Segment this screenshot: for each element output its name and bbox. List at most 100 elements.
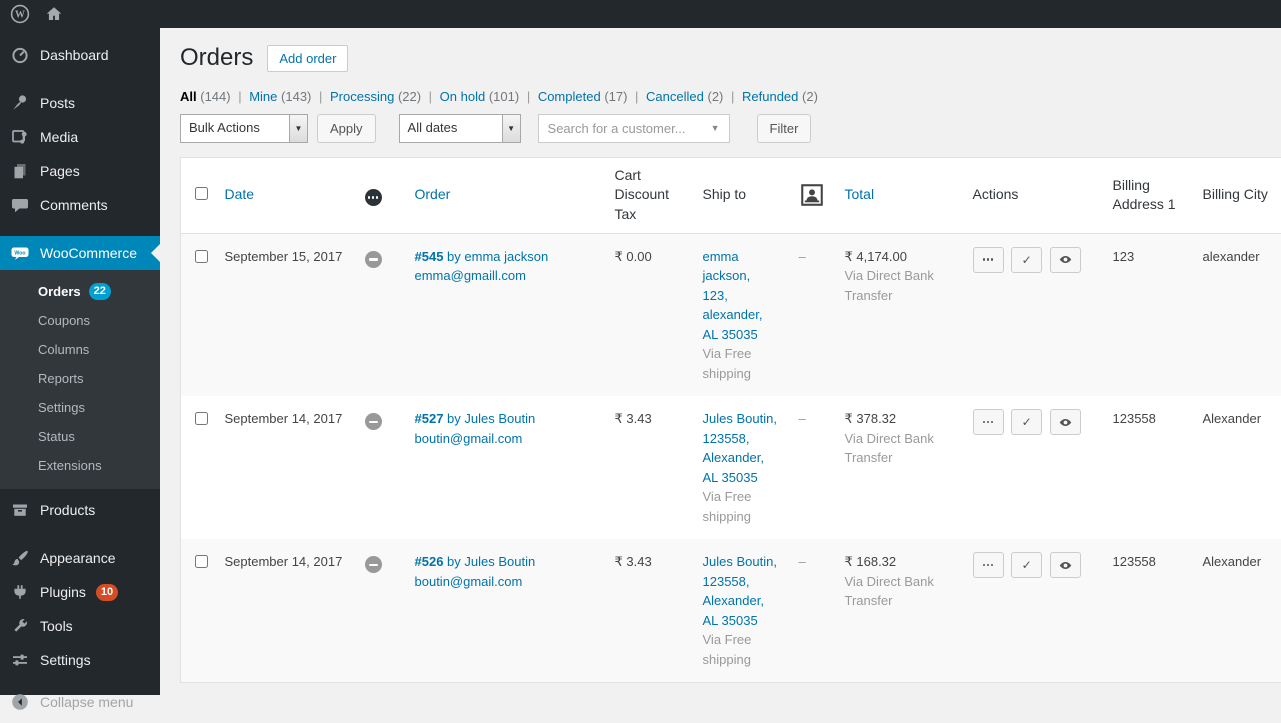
sidebar-item-pages[interactable]: Pages — [0, 154, 160, 188]
submenu-item-label: Orders — [38, 283, 81, 300]
filter-button[interactable]: Filter — [757, 114, 812, 143]
billing-city-value: Alexander — [1203, 411, 1262, 426]
admin-bar: W — [0, 0, 1281, 28]
view-action-button[interactable] — [1050, 409, 1081, 435]
shipping-method: Via Free shipping — [703, 630, 779, 669]
filter-refunded-link[interactable]: Refunded (2) — [742, 89, 818, 104]
filter-completed-link[interactable]: Completed (17) — [538, 89, 628, 104]
products-box-icon — [10, 500, 30, 520]
wordpress-logo-icon[interactable]: W — [10, 4, 30, 24]
customer-value: – — [799, 249, 806, 264]
complete-action-button[interactable]: ✓ — [1011, 247, 1042, 273]
orders-toolbar: Bulk Actions ▼ Apply All dates ▼ Search … — [180, 114, 1281, 143]
sidebar-item-products[interactable]: Products — [0, 493, 160, 527]
sidebar-item-appearance[interactable]: Appearance — [0, 541, 160, 575]
order-date: September 15, 2017 — [225, 249, 343, 264]
processing-action-button[interactable] — [973, 247, 1004, 273]
order-link[interactable]: #545 by emma jackson — [415, 249, 549, 264]
orders-count-badge: 22 — [89, 283, 111, 300]
processing-action-button[interactable] — [973, 409, 1004, 435]
customer-value: – — [799, 411, 806, 426]
all-dates-select[interactable]: All dates ▼ — [399, 114, 521, 143]
home-icon[interactable] — [44, 4, 64, 24]
on-hold-status-icon — [365, 251, 382, 268]
media-icon — [10, 127, 30, 147]
view-action-button[interactable] — [1050, 247, 1081, 273]
filter-mine-link[interactable]: Mine (143) — [249, 89, 311, 104]
ellipsis-actions-icon — [983, 421, 994, 424]
sidebar-item-columns[interactable]: Columns — [0, 335, 160, 364]
complete-check-icon: ✓ — [1022, 253, 1032, 267]
order-total: ₹ 168.32 — [845, 554, 897, 569]
sidebar-item-label: WooCommerce — [40, 243, 137, 263]
sort-date-link[interactable]: Date — [225, 186, 255, 202]
filter-processing-link[interactable]: Processing (22) — [330, 89, 421, 104]
row-checkbox[interactable] — [195, 555, 208, 568]
ship-to-address-link[interactable]: Jules Boutin, 123558, Alexander, AL 3503… — [703, 554, 777, 628]
complete-action-button[interactable]: ✓ — [1011, 409, 1042, 435]
order-date: September 14, 2017 — [225, 411, 343, 426]
add-order-button[interactable]: Add order — [267, 45, 348, 72]
actions-header: Actions — [973, 186, 1019, 202]
ship-to-address-link[interactable]: emma jackson, 123, alexander, AL 35035 — [703, 249, 763, 342]
ship-to-address-link[interactable]: Jules Boutin, 123558, Alexander, AL 3503… — [703, 411, 777, 485]
sidebar-item-label: Comments — [40, 195, 108, 215]
sidebar-item-label: Products — [40, 500, 95, 520]
sidebar-item-woocommerce[interactable]: Woo WooCommerce — [0, 236, 160, 270]
table-row: September 15, 2017 #545 by emma jackson … — [181, 233, 1281, 396]
apply-button[interactable]: Apply — [317, 114, 376, 143]
sidebar-item-tools[interactable]: Tools — [0, 609, 160, 643]
order-total: ₹ 4,174.00 — [845, 249, 908, 264]
sidebar-item-comments[interactable]: Comments — [0, 188, 160, 222]
customer-email-link[interactable]: boutin@gmail.com — [415, 574, 523, 589]
sidebar-item-status[interactable]: Status — [0, 422, 160, 451]
select-arrow-icon: ▼ — [502, 115, 520, 142]
woocommerce-submenu: Orders 22 Coupons Columns Reports Settin… — [0, 270, 160, 489]
row-checkbox[interactable] — [195, 412, 208, 425]
customer-email-link[interactable]: boutin@gmail.com — [415, 431, 523, 446]
sidebar-item-settings[interactable]: Settings — [0, 643, 160, 677]
sidebar-item-extensions[interactable]: Extensions — [0, 451, 160, 480]
sidebar-item-wc-settings[interactable]: Settings — [0, 393, 160, 422]
row-checkbox[interactable] — [195, 250, 208, 263]
cart-discount-tax-value: ₹ 3.43 — [615, 411, 652, 426]
filter-onhold-link[interactable]: On hold (101) — [440, 89, 520, 104]
sort-order-link[interactable]: Order — [415, 186, 451, 202]
sidebar-item-dashboard[interactable]: Dashboard — [0, 38, 160, 72]
sidebar-item-orders[interactable]: Orders 22 — [0, 277, 160, 306]
svg-text:W: W — [15, 10, 25, 21]
dashboard-gauge-icon — [10, 45, 30, 65]
sidebar-item-media[interactable]: Media — [0, 120, 160, 154]
sidebar-item-label: Dashboard — [40, 45, 109, 65]
payment-method: Via Direct Bank Transfer — [845, 266, 953, 305]
view-action-button[interactable] — [1050, 552, 1081, 578]
order-link[interactable]: #527 by Jules Boutin — [415, 411, 536, 426]
complete-action-button[interactable]: ✓ — [1011, 552, 1042, 578]
submenu-item-label: Reports — [38, 370, 84, 387]
order-total: ₹ 378.32 — [845, 411, 897, 426]
sidebar-item-label: Plugins — [40, 582, 86, 602]
processing-action-button[interactable] — [973, 552, 1004, 578]
sort-total-link[interactable]: Total — [845, 186, 875, 202]
filter-cancelled-link[interactable]: Cancelled (2) — [646, 89, 723, 104]
cart-discount-tax-value: ₹ 3.43 — [615, 554, 652, 569]
sidebar-item-posts[interactable]: Posts — [0, 86, 160, 120]
pages-icon — [10, 161, 30, 181]
select-all-checkbox[interactable] — [195, 187, 208, 200]
sidebar-item-plugins[interactable]: Plugins 10 — [0, 575, 160, 609]
filter-all-link[interactable]: All (144) — [180, 89, 231, 104]
sidebar-item-reports[interactable]: Reports — [0, 364, 160, 393]
ship-to-header: Ship to — [703, 186, 747, 202]
billing-city-value: alexander — [1203, 249, 1260, 264]
svg-text:Woo: Woo — [14, 251, 25, 257]
billing-city-header: Billing City — [1203, 186, 1268, 202]
bulk-actions-select[interactable]: Bulk Actions ▼ — [180, 114, 308, 143]
order-link[interactable]: #526 by Jules Boutin — [415, 554, 536, 569]
cart-discount-tax-value: ₹ 0.00 — [615, 249, 652, 264]
submenu-item-label: Columns — [38, 341, 89, 358]
customer-search-select[interactable]: Search for a customer... ▼ — [538, 114, 730, 143]
ellipsis-actions-icon — [983, 258, 994, 261]
customer-email-link[interactable]: emma@gmaill.com — [415, 268, 526, 283]
ellipsis-actions-icon — [983, 564, 994, 567]
sidebar-item-coupons[interactable]: Coupons — [0, 306, 160, 335]
